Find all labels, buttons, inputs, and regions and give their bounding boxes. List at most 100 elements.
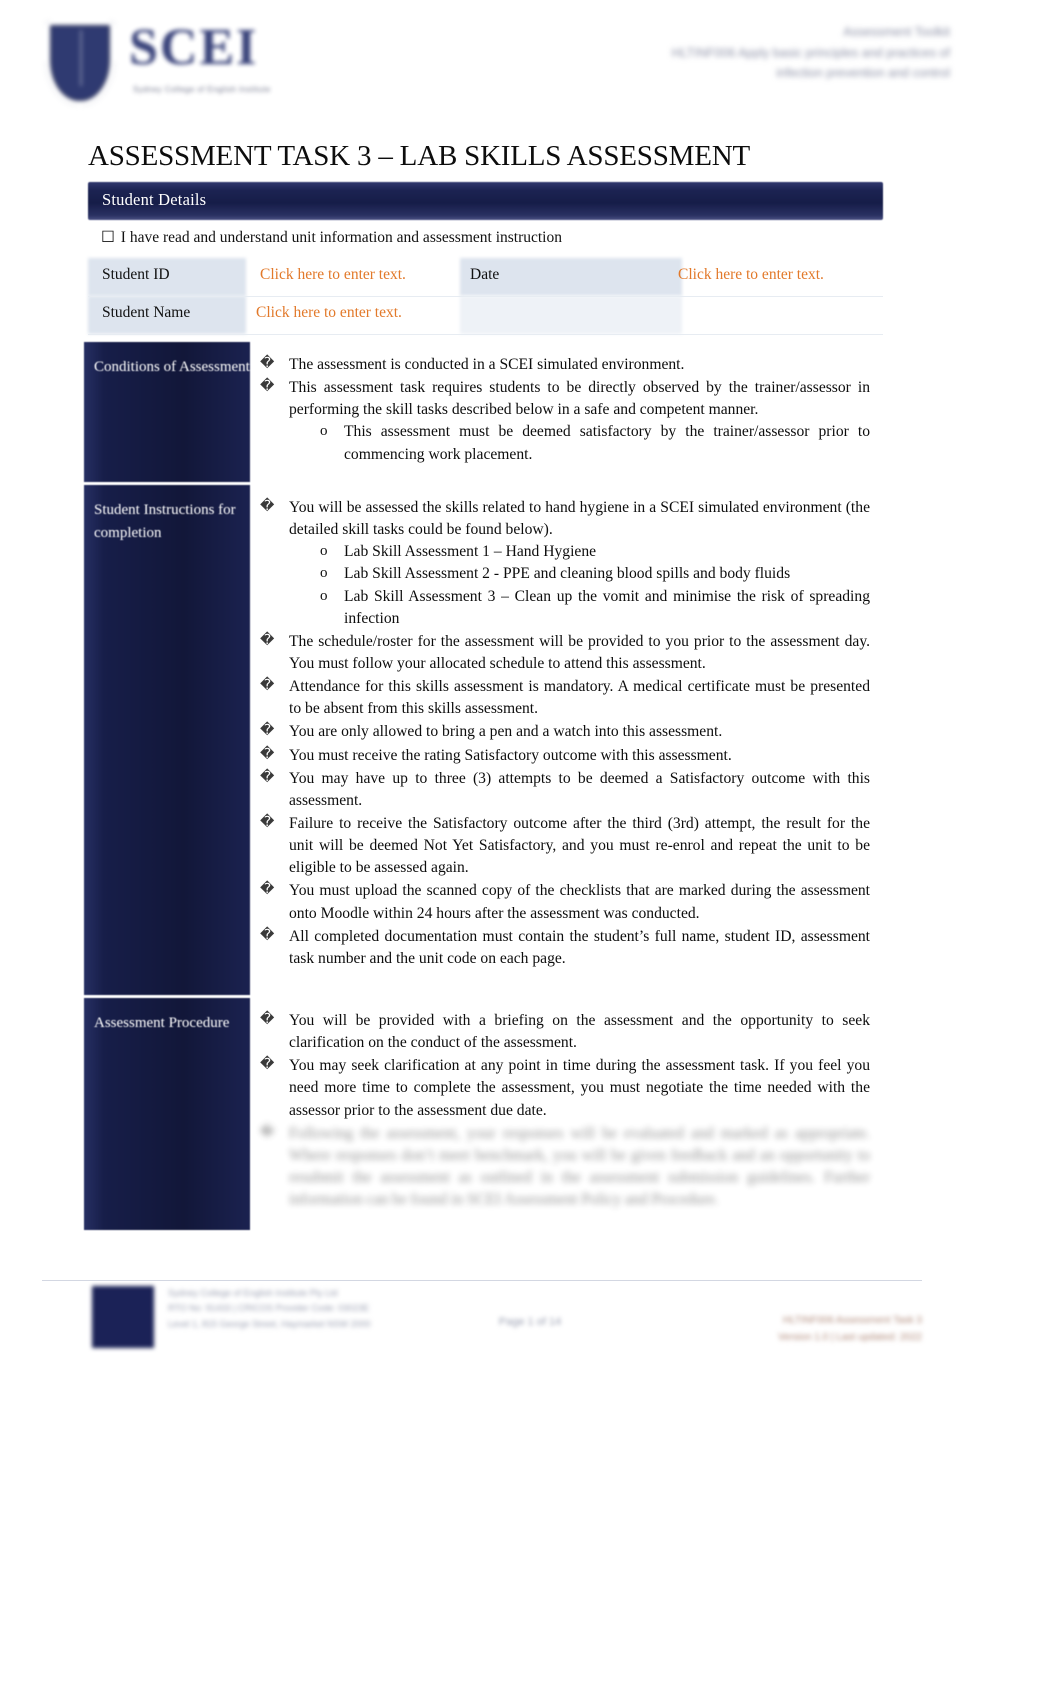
document-header: SCEI Sydney College of English Institute… bbox=[0, 0, 1062, 120]
bullet-marker-icon: � bbox=[260, 722, 275, 739]
list-item-text: You will be assessed the skills related … bbox=[289, 499, 870, 539]
row-heading-procedure: Assessment Procedure bbox=[84, 998, 250, 1230]
bullet-marker-icon: � bbox=[260, 881, 275, 898]
date-input[interactable]: Click here to enter text. bbox=[678, 266, 824, 284]
document-page: SCEI Sydney College of English Institute… bbox=[0, 0, 1062, 1400]
student-details-heading: Student Details bbox=[102, 190, 207, 209]
row-divider bbox=[88, 296, 883, 297]
bullet-marker-icon: � bbox=[260, 498, 275, 514]
header-line-3: infection prevention and control bbox=[776, 66, 950, 81]
obscured-bullet-list: � Following the assessment, your respons… bbox=[260, 1123, 870, 1212]
bullet-marker-icon: � bbox=[260, 378, 275, 395]
sub-bullet-marker-icon: o bbox=[320, 565, 328, 582]
list-item: o This assessment must be deemed satisfa… bbox=[318, 421, 870, 465]
bullet-marker-icon: � bbox=[260, 768, 275, 785]
list-item-text: This assessment task requires students t… bbox=[289, 379, 870, 419]
bullet-marker-icon: � bbox=[260, 677, 275, 694]
declaration-checkbox-icon[interactable]: ☐ bbox=[101, 228, 115, 247]
bullet-marker-icon: � bbox=[260, 1056, 275, 1073]
list-item-text: The schedule/roster for the assessment w… bbox=[289, 632, 870, 672]
list-item: � All completed documentation must conta… bbox=[260, 926, 870, 970]
bullet-marker-icon: � bbox=[260, 926, 275, 943]
list-item: � Following the assessment, your respons… bbox=[260, 1123, 870, 1212]
list-item: � You will be assessed the skills relate… bbox=[260, 497, 870, 630]
document-footer: Sydney College of English Institute Pty … bbox=[0, 1272, 1062, 1352]
row-heading-instructions: Student Instructions for completion bbox=[84, 485, 250, 995]
list-item-text: You are only allowed to bring a pen and … bbox=[289, 723, 723, 741]
list-item: o Lab Skill Assessment 2 - PPE and clean… bbox=[318, 563, 870, 585]
footer-logo-icon bbox=[92, 1286, 154, 1348]
list-item-text: Lab Skill Assessment 1 – Hand Hygiene bbox=[344, 543, 597, 561]
list-item-text: You must upload the scanned copy of the … bbox=[289, 882, 870, 922]
sub-bullet-list: o This assessment must be deemed satisfa… bbox=[318, 421, 870, 465]
sub-bullet-marker-icon: o bbox=[320, 423, 328, 440]
bullet-list: � You will be assessed the skills relate… bbox=[260, 497, 870, 970]
list-item: � Failure to receive the Satisfactory ou… bbox=[260, 813, 870, 879]
student-id-label: Student ID bbox=[102, 266, 170, 283]
footer-line-1: Sydney College of English Institute Pty … bbox=[168, 1288, 338, 1298]
bullet-list: � The assessment is conducted in a SCEI … bbox=[260, 354, 870, 466]
list-item: � You will be provided with a briefing o… bbox=[260, 1010, 870, 1054]
row-content-procedure: � You will be provided with a briefing o… bbox=[250, 998, 884, 1230]
header-line-2: HLTINF006 Apply basic principles and pra… bbox=[671, 45, 950, 60]
student-name-input[interactable]: Click here to enter text. bbox=[256, 304, 402, 322]
student-details-bar bbox=[88, 182, 883, 220]
bullet-marker-icon: � bbox=[260, 355, 275, 371]
page-title: ASSESSMENT TASK 3 – LAB SKILLS ASSESSMEN… bbox=[88, 140, 751, 172]
footer-right-line-1: HLTINF006 Assessment Task 3 bbox=[782, 1315, 922, 1326]
table-row: Conditions of Assessment � The assessmen… bbox=[84, 342, 884, 482]
list-item: o Lab Skill Assessment 3 – Clean up the … bbox=[318, 586, 870, 630]
table-row: Assessment Procedure � You will be provi… bbox=[84, 998, 884, 1230]
header-line-1: Assessment Toolkit bbox=[843, 25, 950, 39]
bullet-marker-icon: � bbox=[260, 1123, 275, 1140]
date-label: Date bbox=[470, 266, 500, 283]
header-unit-info: Assessment Toolkit HLTINF006 Apply basic… bbox=[530, 22, 950, 84]
row-divider bbox=[88, 334, 883, 335]
footer-doc-info: HLTINF006 Assessment Task 3 Version 1.0 … bbox=[722, 1312, 922, 1346]
list-item-text: You will be provided with a briefing on … bbox=[289, 1012, 870, 1052]
list-item: � You may have up to three (3) attempts … bbox=[260, 768, 870, 812]
row-content-conditions: � The assessment is conducted in a SCEI … bbox=[250, 342, 884, 482]
page-number: Page 1 of 14 bbox=[498, 1316, 562, 1328]
student-id-input[interactable]: Click here to enter text. bbox=[260, 266, 406, 284]
bullet-marker-icon: � bbox=[260, 813, 275, 830]
bullet-marker-icon: � bbox=[260, 631, 275, 648]
shield-icon bbox=[45, 20, 115, 106]
student-name-label: Student Name bbox=[102, 304, 191, 321]
bullet-marker-icon: � bbox=[260, 745, 275, 762]
list-item: � You are only allowed to bring a pen an… bbox=[260, 721, 870, 743]
bullet-list: � You will be provided with a briefing o… bbox=[260, 1010, 870, 1122]
logo-wordmark: SCEI bbox=[129, 19, 259, 76]
list-item-text: You may seek clarification at any point … bbox=[289, 1057, 870, 1119]
list-item-text: Lab Skill Assessment 3 – Clean up the vo… bbox=[344, 587, 870, 627]
assessment-info-table: Conditions of Assessment � The assessmen… bbox=[84, 342, 884, 1230]
declaration-row[interactable]: ☐ I have read and understand unit inform… bbox=[101, 228, 562, 247]
list-item-text: Following the assessment, your responses… bbox=[289, 1124, 870, 1209]
row-heading-conditions: Conditions of Assessment bbox=[84, 342, 250, 482]
list-item: � You must receive the rating Satisfacto… bbox=[260, 745, 870, 767]
list-item-text: This assessment must be deemed satisfact… bbox=[344, 423, 870, 463]
table-row: Student Instructions for completion � Yo… bbox=[84, 485, 884, 995]
scei-logo: SCEI Sydney College of English Institute bbox=[45, 14, 295, 114]
logo-subtitle: Sydney College of English Institute bbox=[133, 85, 271, 94]
bullet-marker-icon: � bbox=[260, 1011, 275, 1027]
list-item: � Attendance for this skills assessment … bbox=[260, 676, 870, 720]
list-item-text: The assessment is conducted in a SCEI si… bbox=[289, 356, 685, 373]
empty-cell bbox=[460, 296, 682, 334]
sub-bullet-marker-icon: o bbox=[320, 543, 328, 560]
student-details-table: Student ID Click here to enter text. Dat… bbox=[88, 256, 883, 335]
list-item: � You may seek clarification at any poin… bbox=[260, 1055, 870, 1121]
sub-bullet-list: o Lab Skill Assessment 1 – Hand Hygiene … bbox=[318, 541, 870, 630]
footer-divider bbox=[42, 1280, 922, 1281]
list-item: � The assessment is conducted in a SCEI … bbox=[260, 354, 870, 376]
list-item: o Lab Skill Assessment 1 – Hand Hygiene bbox=[318, 541, 870, 563]
list-item-text: Lab Skill Assessment 2 - PPE and cleanin… bbox=[344, 565, 791, 583]
list-item-text: You must receive the rating Satisfactory… bbox=[289, 746, 732, 764]
list-item-text: You may have up to three (3) attempts to… bbox=[289, 769, 870, 809]
sub-bullet-marker-icon: o bbox=[320, 587, 328, 604]
list-item: � You must upload the scanned copy of th… bbox=[260, 880, 870, 924]
list-item-text: Failure to receive the Satisfactory outc… bbox=[289, 814, 870, 877]
list-item-text: Attendance for this skills assessment is… bbox=[289, 678, 870, 718]
declaration-label: I have read and understand unit informat… bbox=[120, 229, 562, 246]
list-item-text: All completed documentation must contain… bbox=[289, 927, 870, 967]
